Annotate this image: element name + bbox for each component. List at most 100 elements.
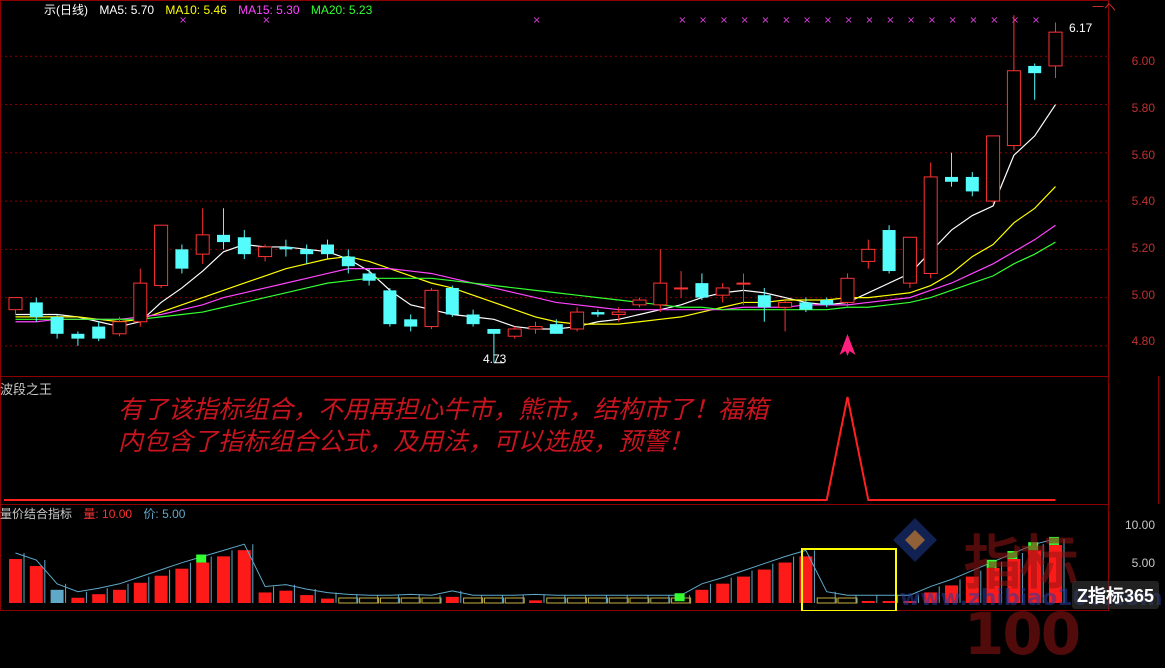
candle-body-down: [362, 273, 376, 281]
candle-body-up: [112, 321, 127, 335]
volume-bar: [71, 597, 85, 603]
candle-body-up: [674, 287, 689, 290]
marker-x: ×: [865, 15, 873, 26]
candle-body-down: [217, 234, 230, 243]
watermark-logo-shape: [893, 518, 937, 562]
volume-bar-flat: [504, 597, 525, 604]
y-tick-5.40: 5.40: [1131, 194, 1155, 208]
marker-x: ×: [990, 15, 998, 26]
candle-body-down: [757, 295, 771, 308]
candle-body-down: [695, 283, 709, 298]
candle-body-up: [1048, 31, 1063, 67]
volume-bar-flat: [567, 597, 588, 604]
ma15-label: MA15: 5.30: [238, 3, 300, 17]
candle-body-down: [29, 302, 43, 317]
candle-body-down: [549, 324, 563, 334]
volume-bar: [861, 601, 875, 603]
price-legend: 价: 5.00: [143, 507, 186, 521]
marker-x: ×: [782, 15, 790, 26]
candle-body-down: [466, 314, 480, 325]
bottom-legend: 量价结合指标 量: 10.00 价: 5.00: [0, 507, 193, 521]
ma5-label: MA5: 5.70: [99, 3, 155, 17]
candle-body-up: [861, 248, 876, 262]
ma15-line: [15, 224, 1056, 323]
volume-bar-flat: [629, 597, 650, 604]
candle-body-up: [736, 282, 751, 285]
volume-bar: [217, 556, 230, 603]
marker-x: ×: [886, 15, 894, 26]
candle-body-up: [840, 277, 855, 303]
price-annotations: [493, 334, 856, 364]
candle-body-down: [279, 246, 293, 250]
marker-x: ×: [741, 15, 749, 26]
volume-bar: [258, 592, 272, 603]
volume-bar-flat: [338, 597, 359, 604]
y-tick-5.80: 5.80: [1131, 101, 1155, 115]
candle-body-down: [799, 302, 813, 310]
candle-body-up: [632, 299, 647, 306]
bottom-panel-title: 量价结合指标: [0, 507, 73, 521]
marker-x: ×: [824, 15, 832, 26]
volume-bar-flat: [608, 597, 629, 604]
marker-x: ×: [803, 15, 811, 26]
ma20-label: MA20: 5.23: [310, 3, 373, 17]
candle-body-down: [591, 312, 605, 315]
candle-body-up: [133, 282, 148, 323]
marker-x: ×: [533, 15, 541, 26]
candle-body-down: [945, 176, 958, 182]
marker-x: ×: [969, 15, 977, 26]
volume-bar: [133, 582, 147, 603]
volume-green-cap: [674, 593, 685, 602]
main-panel-frame: [0, 0, 1109, 377]
promo-overlay-text: 有了该指标组合，不用再担心牛市，熊市，结构市了！福箱内包含了指标组合公式，及用法…: [118, 395, 769, 456]
candle-body-up: [923, 176, 938, 274]
candle-body-down: [175, 249, 189, 269]
candle-body-up: [528, 326, 543, 330]
volume-bar: [113, 589, 126, 603]
marker-x: ×: [949, 15, 957, 26]
marker-x: ×: [928, 15, 936, 26]
main-legend: 示(日线) MA5: 5.70 MA10: 5.46 MA15: 5.30 MA…: [44, 3, 380, 17]
y-tick-4.80: 4.80: [1131, 334, 1155, 348]
volume-green-cap: [196, 554, 207, 563]
volume-bar: [695, 589, 709, 603]
candle-body-up: [1006, 70, 1021, 147]
volume-bar-flat: [359, 597, 380, 604]
candle-body-up: [611, 311, 626, 315]
candle-body-down: [965, 176, 979, 192]
volume-bar: [300, 595, 314, 603]
candle-body-down: [50, 316, 64, 334]
volume-legend: 量: 10.00: [83, 507, 133, 521]
marker-x: ×: [699, 15, 707, 26]
candle-body-up: [8, 297, 23, 311]
marker-x: ×: [720, 15, 728, 26]
marker-x: ×: [907, 15, 915, 26]
ma5-line: [15, 104, 1057, 330]
volume-bar: [196, 562, 210, 603]
marker-x: ×: [1011, 15, 1019, 26]
volume-bar: [50, 589, 64, 603]
volume-bar: [529, 600, 542, 603]
candle-body-down: [404, 319, 418, 327]
volume-bar: [237, 550, 251, 603]
marker-x: ×: [761, 15, 769, 26]
ma20-line: [15, 241, 1056, 320]
volume-bar: [154, 575, 168, 603]
marker-x: ×: [845, 15, 853, 26]
candle-body-down: [92, 326, 106, 339]
candle-body-down: [341, 256, 355, 267]
volume-bar: [445, 596, 459, 603]
y-tick-5.00: 5.00: [1131, 288, 1155, 302]
high-price-label: 6.17: [1069, 21, 1093, 35]
volume-bar: [882, 601, 896, 603]
candle-body-up: [570, 311, 585, 330]
volume-bar-flat: [816, 597, 837, 604]
candle-body-down: [1028, 65, 1042, 74]
ma10-label: MA10: 5.46: [165, 3, 227, 17]
candle-body-down: [321, 244, 334, 255]
candle-body-down: [383, 290, 397, 325]
top-right-label: 一ヘ: [1092, 0, 1117, 14]
low-price-label: 4.73: [483, 352, 507, 366]
volume-bar: [321, 598, 334, 603]
candle-body-up: [507, 328, 522, 337]
